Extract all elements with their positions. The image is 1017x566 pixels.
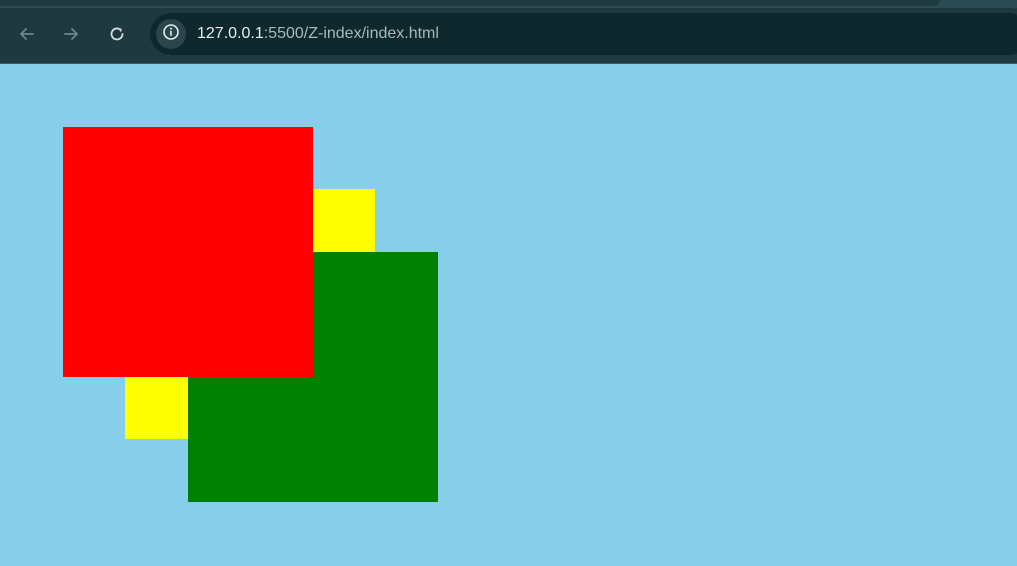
- browser-toolbar: 127.0.0.1:5500/Z-index/index.html: [0, 0, 1017, 64]
- site-info-button[interactable]: [156, 19, 186, 49]
- forward-button[interactable]: [57, 20, 85, 48]
- arrow-right-icon: [61, 24, 81, 44]
- address-bar[interactable]: 127.0.0.1:5500/Z-index/index.html: [150, 13, 1017, 55]
- red-box: [63, 127, 313, 377]
- back-button[interactable]: [13, 20, 41, 48]
- active-tab[interactable]: [0, 0, 940, 6]
- url-path: :5500/Z-index/index.html: [263, 25, 439, 42]
- url-text[interactable]: 127.0.0.1:5500/Z-index/index.html: [197, 24, 439, 44]
- page-content: [0, 64, 1017, 566]
- reload-button[interactable]: [103, 20, 131, 48]
- toolbar-row: 127.0.0.1:5500/Z-index/index.html: [0, 8, 1017, 64]
- reload-icon: [107, 24, 127, 44]
- url-host: 127.0.0.1: [197, 25, 264, 42]
- tab-strip: [0, 0, 1017, 8]
- arrow-left-icon: [17, 24, 37, 44]
- info-icon: [162, 23, 180, 46]
